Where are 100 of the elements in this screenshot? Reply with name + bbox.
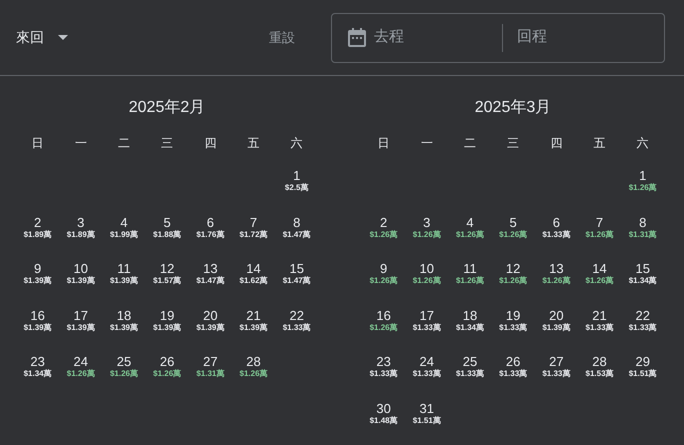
calendar-day[interactable]: 26 $1.33萬 [492,352,535,398]
weekday-label: 六 [636,135,649,152]
calendar-day[interactable]: 21 $1.33萬 [578,306,622,352]
calendar-day[interactable]: 19 $1.39萬 [146,306,189,352]
calendar-day[interactable]: 2 $1.26萬 [362,212,406,259]
day-number: 11 [463,261,477,276]
day-number: 7 [596,214,604,230]
day-number: 5 [164,214,171,230]
calendar-day[interactable]: 29 $1.51萬 [621,352,664,398]
calendar-day[interactable]: 23 $1.33萬 [362,352,406,398]
day-number: 14 [246,261,261,276]
calendar-day[interactable]: 3 $1.89萬 [59,212,102,259]
calendar-day[interactable]: 13 $1.26萬 [534,259,578,306]
reset-button[interactable]: 重設 [269,28,295,48]
calendar-day[interactable]: 11 $1.26萬 [448,259,492,306]
calendar-day[interactable]: 22 $1.33萬 [275,306,318,352]
calendar-day[interactable]: 9 $1.39萬 [16,259,60,306]
day-number: 6 [206,214,214,230]
day-number: 23 [376,354,391,369]
calendar-day[interactable]: 11 $1.39萬 [102,259,146,306]
weekday-label: 二 [118,135,130,152]
day-number: 1 [639,168,646,183]
calendar-day[interactable]: 25 $1.33萬 [448,352,492,398]
calendar-day[interactable]: 13 $1.47萬 [188,259,232,306]
day-price: $1.39萬 [153,322,182,332]
departure-field[interactable]: 去程 [374,26,499,49]
calendar-day[interactable]: 1 $1.26萬 [621,166,664,212]
calendar-day[interactable]: 28 $1.26萬 [232,352,276,398]
day-price: $1.47萬 [282,276,311,286]
calendar-day[interactable]: 24 $1.26萬 [59,352,102,398]
calendar-day[interactable]: 18 $1.34萬 [448,306,492,352]
calendar-day[interactable]: 19 $1.33萬 [492,306,535,352]
day-number: 9 [380,261,388,276]
day-number: 16 [376,308,391,322]
calendar-day[interactable]: 24 $1.33萬 [405,352,448,398]
day-price: $1.76萬 [196,230,224,240]
calendar-day[interactable]: 10 $1.39萬 [59,259,102,306]
calendar-day[interactable]: 20 $1.39萬 [188,306,232,352]
calendar-day[interactable]: 6 $1.33萬 [534,212,578,259]
calendar-day[interactable]: 15 $1.34萬 [621,259,664,306]
day-price: $1.57萬 [153,276,182,286]
date-field[interactable]: 去程 回程 [331,12,665,62]
calendar-day[interactable]: 22 $1.33萬 [621,306,664,352]
calendar-day[interactable]: 15 $1.47萬 [275,259,318,306]
day-number: 17 [420,308,434,322]
calendar-day[interactable]: 10 $1.26萬 [405,259,448,306]
calendar-day[interactable]: 8 $1.47萬 [275,212,318,259]
day-number: 7 [250,214,258,230]
day-price: $1.88萬 [153,230,182,240]
calendar-day[interactable]: 18 $1.39萬 [102,306,146,352]
day-price: $1.34萬 [24,369,52,379]
calendar-day[interactable]: 4 $1.26萬 [448,212,492,259]
day-price: $1.33萬 [586,322,614,332]
day-number: 10 [420,261,434,276]
calendar-day[interactable]: 5 $1.26萬 [492,212,535,259]
day-price: $1.47萬 [282,230,311,240]
calendar-day[interactable]: 14 $1.62萬 [232,259,276,306]
calendar-day[interactable]: 23 $1.34萬 [16,352,60,398]
weekday-label: 四 [204,135,216,152]
calendar-day[interactable]: 7 $1.26萬 [578,212,622,259]
calendar-day[interactable]: 25 $1.26萬 [102,352,146,398]
day-price: $1.26萬 [370,230,398,240]
calendar-day[interactable]: 16 $1.39萬 [16,306,60,352]
day-number: 13 [549,261,564,276]
day-price: $1.31萬 [628,230,657,240]
day-number: 6 [552,214,560,230]
calendar-day[interactable]: 30 $1.48萬 [362,398,406,445]
calendar-day[interactable]: 16 $1.26萬 [362,306,406,352]
calendar-day[interactable]: 6 $1.76萬 [188,212,232,259]
return-field[interactable]: 回程 [517,26,657,49]
calendar-day[interactable]: 31 $1.51萬 [405,398,448,445]
calendar-day[interactable]: 1 $2.5萬 [275,166,318,212]
day-number: 11 [117,261,131,276]
calendar-day[interactable]: 5 $1.88萬 [146,212,189,259]
calendar-day[interactable]: 12 $1.57萬 [146,259,189,306]
day-price: $1.89萬 [66,230,95,240]
calendar-day[interactable]: 17 $1.39萬 [59,306,102,352]
day-number: 3 [423,214,430,230]
calendar-day[interactable]: 7 $1.72萬 [232,212,276,259]
calendar-day[interactable]: 21 $1.39萬 [232,306,276,352]
day-price: $1.33萬 [542,230,570,240]
trip-type-dropdown[interactable]: 來回 [16,27,68,48]
calendar-day[interactable]: 27 $1.31萬 [188,352,232,398]
day-price: $1.39萬 [196,322,224,332]
calendar-day[interactable]: 4 $1.99萬 [102,212,146,259]
calendar-day[interactable]: 8 $1.31萬 [621,212,664,259]
calendar-day[interactable]: 20 $1.39萬 [534,306,578,352]
calendar-day[interactable]: 2 $1.89萬 [16,212,60,259]
calendar-day[interactable]: 14 $1.26萬 [578,259,622,306]
calendar-day[interactable]: 12 $1.26萬 [492,259,535,306]
calendar-day[interactable]: 26 $1.26萬 [146,352,189,398]
day-number: 24 [420,354,434,369]
calendar-day[interactable]: 17 $1.33萬 [405,306,448,352]
calendar-day[interactable]: 9 $1.26萬 [362,259,406,306]
day-number: 25 [116,354,132,369]
day-price: $1.33萬 [499,322,528,332]
day-number: 22 [635,308,650,322]
calendar-day[interactable]: 27 $1.33萬 [534,352,578,398]
calendar-day[interactable]: 3 $1.26萬 [405,212,448,259]
calendar-day[interactable]: 28 $1.53萬 [578,352,622,398]
